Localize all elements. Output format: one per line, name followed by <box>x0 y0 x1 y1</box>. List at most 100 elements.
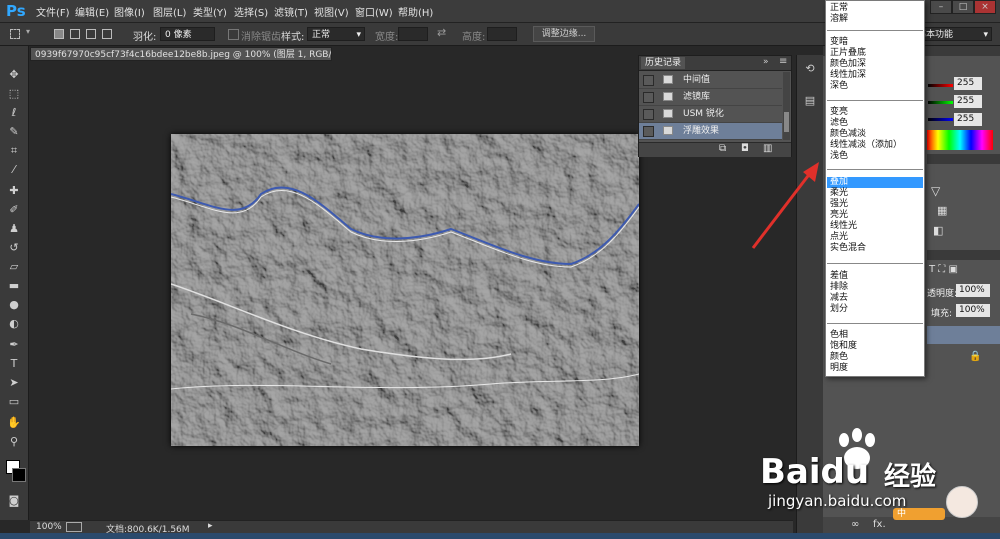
collapse-icon[interactable]: » <box>763 57 769 67</box>
history-row[interactable]: USM 锐化 <box>639 106 782 123</box>
blend-item[interactable]: 颜色 <box>827 352 923 363</box>
menu-view[interactable]: 视图(V) <box>314 4 349 19</box>
blue-slider[interactable] <box>928 118 953 121</box>
box-adjust-icon[interactable]: ◧ <box>933 224 943 237</box>
menu-help[interactable]: 帮助(H) <box>398 4 433 19</box>
type-tool-icon[interactable]: T <box>6 357 22 371</box>
move-tool-icon[interactable]: ✥ <box>6 68 22 82</box>
history-row[interactable]: 滤镜库 <box>639 89 782 106</box>
blend-item[interactable]: 变亮 <box>827 107 923 118</box>
menu-image[interactable]: 图像(I) <box>114 4 145 19</box>
brush-tool-icon[interactable]: ✐ <box>6 203 22 217</box>
grid-adjust-icon[interactable]: ▦ <box>937 204 947 217</box>
dropdown-arrow-icon[interactable]: ▾ <box>26 27 30 36</box>
history-checkbox[interactable] <box>643 109 654 120</box>
menu-filter[interactable]: 滤镜(T) <box>274 4 308 19</box>
zoom-tool-icon[interactable]: ⚲ <box>6 435 22 449</box>
blend-item[interactable]: 明度 <box>827 363 923 374</box>
blend-item[interactable]: 浅色 <box>827 151 923 162</box>
menu-type[interactable]: 类型(Y) <box>193 4 227 19</box>
blend-item-selected[interactable]: 叠加 <box>827 177 923 188</box>
lasso-tool-icon[interactable]: ℓ <box>6 106 22 120</box>
link-icon[interactable]: ∞ <box>851 519 859 530</box>
embossed-image[interactable] <box>171 134 639 446</box>
crop-tool-icon[interactable]: ⌗ <box>6 144 22 158</box>
new-document-from-state-icon[interactable]: ⧉ <box>719 143 726 154</box>
properties-dock-icon[interactable]: ▤ <box>802 93 818 109</box>
triangle-adjust-icon[interactable]: ▽ <box>931 184 940 198</box>
maximize-icon[interactable]: □ <box>952 0 974 14</box>
history-checkbox[interactable] <box>643 75 654 86</box>
blue-value[interactable]: 255 <box>954 113 982 126</box>
shape-tool-icon[interactable]: ▭ <box>6 395 22 409</box>
blend-item[interactable]: 溶解 <box>827 14 923 25</box>
healing-brush-icon[interactable]: ✚ <box>6 184 22 198</box>
menu-edit[interactable]: 编辑(E) <box>75 4 109 19</box>
green-value[interactable]: 255 <box>954 95 982 108</box>
marquee-tool-icon[interactable]: ⬚ <box>6 87 22 101</box>
blend-item[interactable]: 颜色加深 <box>827 59 923 70</box>
green-slider[interactable] <box>928 101 953 104</box>
blend-item[interactable]: 线性光 <box>827 221 923 232</box>
blend-item[interactable]: 强光 <box>827 199 923 210</box>
menu-window[interactable]: 窗口(W) <box>355 4 393 19</box>
blend-item[interactable]: 划分 <box>827 304 923 315</box>
dodge-icon[interactable]: ◐ <box>6 317 22 331</box>
blend-item[interactable]: 减去 <box>827 293 923 304</box>
opacity-input[interactable]: 100% <box>956 284 990 297</box>
eraser-icon[interactable]: ▱ <box>6 260 22 274</box>
eyedropper-icon[interactable]: ⁄ <box>6 163 22 177</box>
width-input[interactable] <box>398 27 428 41</box>
blend-item[interactable]: 实色混合 <box>827 243 923 254</box>
new-selection-icon[interactable] <box>54 29 64 39</box>
hand-tool-icon[interactable]: ✋ <box>6 416 22 430</box>
blend-item[interactable]: 变暗 <box>827 37 923 48</box>
blend-item[interactable]: 亮光 <box>827 210 923 221</box>
subtract-selection-icon[interactable] <box>86 29 96 39</box>
color-spectrum[interactable] <box>927 130 993 150</box>
camera-snapshot-icon[interactable]: ◘ <box>741 143 749 154</box>
blur-icon[interactable]: ● <box>6 298 22 312</box>
layer-filter-icons[interactable]: T ⛶ ▣ <box>929 264 958 275</box>
blend-item[interactable]: 差值 <box>827 271 923 282</box>
document-tab[interactable]: 0939f67970c95cf73f4c16bdee12be8b.jpeg @ … <box>30 47 332 61</box>
layer-row-selected[interactable] <box>927 326 1000 344</box>
blend-item[interactable]: 颜色减淡 <box>827 129 923 140</box>
refine-edge-button[interactable]: 调整边缘... <box>533 26 595 42</box>
background-color-swatch[interactable] <box>12 468 26 482</box>
blend-item[interactable]: 色相 <box>827 330 923 341</box>
menu-layer[interactable]: 图层(L) <box>153 4 186 19</box>
blend-item[interactable]: 点光 <box>827 232 923 243</box>
close-icon[interactable]: × <box>974 0 996 14</box>
status-menu-arrow-icon[interactable]: ▸ <box>208 521 213 531</box>
history-scrollbar[interactable] <box>783 72 790 140</box>
panel-menu-icon[interactable]: ≡ <box>779 56 787 67</box>
clone-stamp-icon[interactable]: ♟ <box>6 222 22 236</box>
quick-mask-icon[interactable]: ◙ <box>6 494 22 508</box>
antialias-checkbox[interactable] <box>228 29 239 40</box>
trash-icon[interactable]: ▥ <box>763 143 772 154</box>
blend-item[interactable]: 线性加深 <box>827 70 923 81</box>
blend-item[interactable]: 正常 <box>827 3 923 14</box>
blend-item[interactable]: 柔光 <box>827 188 923 199</box>
blend-item[interactable]: 滤色 <box>827 118 923 129</box>
menu-select[interactable]: 选择(S) <box>234 4 268 19</box>
gradient-icon[interactable]: ▬ <box>6 279 22 293</box>
fx-icon[interactable]: fx. <box>873 519 886 530</box>
feather-input[interactable]: 0 像素 <box>160 27 215 41</box>
blend-mode-dropdown[interactable]: 正常 溶解 变暗 正片叠底 颜色加深 线性加深 深色 变亮 滤色 颜色减淡 线性… <box>825 0 925 377</box>
history-dock-icon[interactable]: ⟲ <box>802 61 818 77</box>
history-brush-icon[interactable]: ↺ <box>6 241 22 255</box>
style-select[interactable]: 正常 ▾ <box>307 27 365 41</box>
height-input[interactable] <box>487 27 517 41</box>
red-value[interactable]: 255 <box>954 77 982 90</box>
path-select-icon[interactable]: ➤ <box>6 376 22 390</box>
add-selection-icon[interactable] <box>70 29 80 39</box>
ime-badge[interactable]: 中 <box>893 508 945 520</box>
blend-item[interactable]: 饱和度 <box>827 341 923 352</box>
history-checkbox[interactable] <box>643 126 654 137</box>
history-checkbox[interactable] <box>643 92 654 103</box>
history-tab[interactable]: 历史记录 <box>641 57 686 69</box>
zoom-level[interactable]: 100% <box>36 522 62 532</box>
pen-tool-icon[interactable]: ✒ <box>6 338 22 352</box>
